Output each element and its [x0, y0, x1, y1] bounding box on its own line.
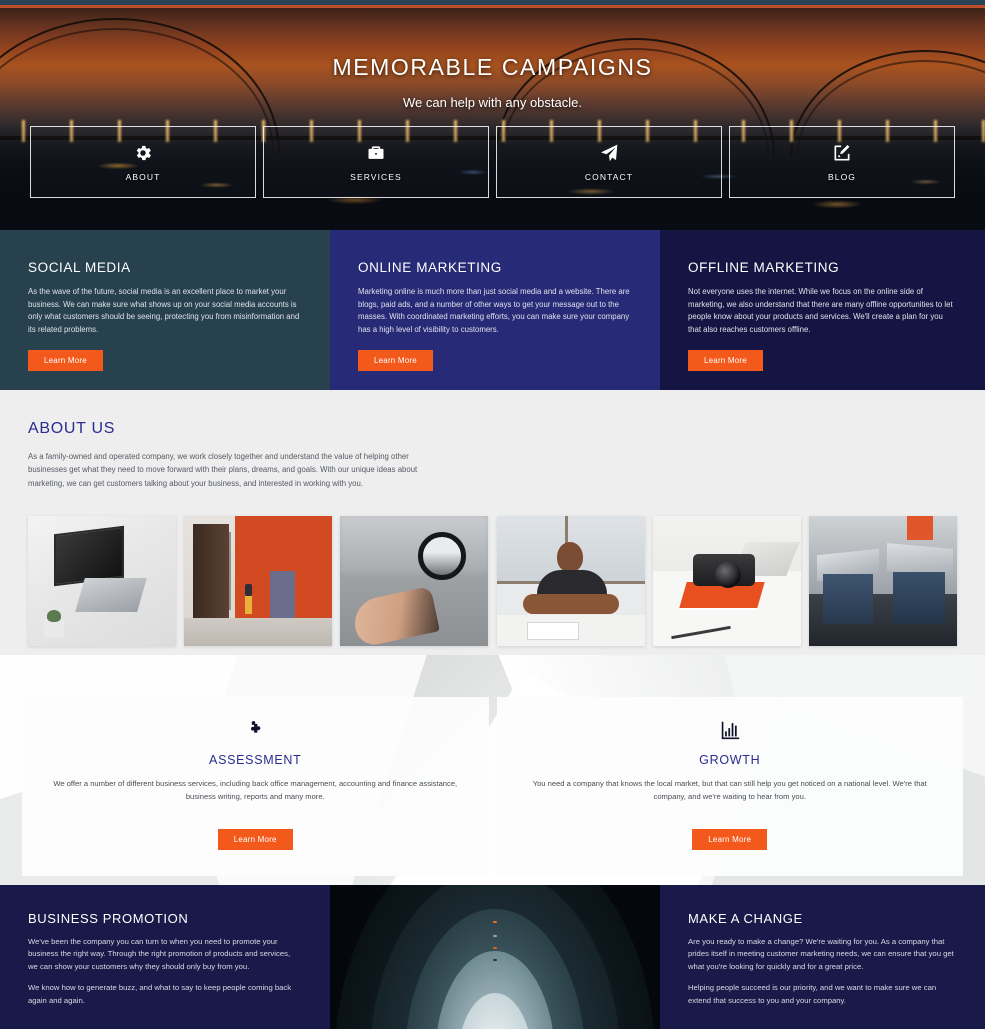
bottom-title-business-promotion: BUSINESS PROMOTION: [28, 911, 189, 926]
hero-navigation: ABOUT SERVICES CONTACT BLOG: [0, 126, 985, 198]
nav-label-blog: BLOG: [827, 171, 857, 182]
hero-content: MEMORABLE CAMPAIGNS We can help with any…: [0, 8, 985, 110]
feature-column-online-marketing: ONLINE MARKETING Marketing online is muc…: [330, 230, 660, 390]
column-body-online-marketing: Marketing online is much more than just …: [358, 287, 630, 334]
service-cards: ASSESSMENT We offer a number of differen…: [0, 655, 985, 877]
nav-label-contact: CONTACT: [584, 171, 634, 182]
bottom-title-make-a-change: MAKE A CHANGE: [688, 911, 803, 926]
hero-banner: MEMORABLE CAMPAIGNS We can help with any…: [0, 8, 985, 230]
pencil-square-icon: [832, 143, 852, 163]
about-us-heading: ABOUT US: [28, 420, 116, 437]
bottom-tunnel-image: [330, 885, 660, 1029]
gallery-image-magnifying-glass[interactable]: [340, 516, 489, 647]
column-body-social-media: As the wave of the future, social media …: [28, 287, 300, 334]
gallery-image-street-orange-building[interactable]: [184, 516, 333, 647]
gallery-image-desk-monitor-laptop[interactable]: [28, 516, 176, 647]
paper-plane-icon: [599, 143, 619, 163]
nav-card-contact[interactable]: CONTACT: [496, 126, 722, 198]
column-title-online-marketing: ONLINE MARKETING: [358, 260, 502, 275]
page-title: MEMORABLE CAMPAIGNS: [332, 54, 653, 80]
service-body-assessment: We offer a number of different business …: [53, 779, 458, 801]
service-title-growth: GROWTH: [699, 753, 761, 767]
bottom-column-make-a-change: MAKE A CHANGE Are you ready to make a ch…: [660, 885, 985, 1029]
learn-more-button-social-media[interactable]: Learn More: [28, 349, 103, 371]
gear-icon: [133, 143, 153, 163]
gallery-image-smiling-woman-at-desk[interactable]: [496, 516, 645, 647]
about-us-body: As a family-owned and operated company, …: [28, 452, 418, 488]
about-us-gallery: [28, 516, 957, 647]
bottom-body-make-a-change-1: Are you ready to make a change? We're wa…: [688, 937, 954, 971]
bottom-body-business-promotion-2: We know how to generate buzz, and what t…: [28, 983, 292, 1005]
nav-card-services[interactable]: SERVICES: [263, 126, 489, 198]
gallery-image-camera-on-notebook[interactable]: [652, 516, 801, 647]
bar-chart-icon: [519, 719, 942, 741]
learn-more-button-online-marketing[interactable]: Learn More: [358, 349, 433, 371]
feature-column-offline-marketing: OFFLINE MARKETING Not everyone uses the …: [660, 230, 985, 390]
service-title-assessment: ASSESSMENT: [209, 753, 302, 767]
column-title-offline-marketing: OFFLINE MARKETING: [688, 260, 840, 275]
bottom-column-business-promotion: BUSINESS PROMOTION We've been the compan…: [0, 885, 330, 1029]
service-card-growth: GROWTH You need a company that knows the…: [496, 697, 963, 877]
column-title-social-media: SOCIAL MEDIA: [28, 260, 131, 275]
feature-columns: SOCIAL MEDIA As the wave of the future, …: [0, 230, 985, 390]
service-body-growth: You need a company that knows the local …: [532, 779, 927, 801]
puzzle-piece-icon: [44, 719, 467, 741]
bottom-body-make-a-change-2: Helping people succeed is our priority, …: [688, 983, 937, 1005]
learn-more-button-growth[interactable]: Learn More: [692, 829, 768, 851]
services-section: ASSESSMENT We offer a number of differen…: [0, 655, 985, 885]
gallery-image-people-with-laptops[interactable]: [808, 516, 957, 647]
column-body-offline-marketing: Not everyone uses the internet. While we…: [688, 287, 953, 334]
about-us-section: ABOUT US As a family-owned and operated …: [0, 390, 985, 655]
bottom-body-business-promotion-1: We've been the company you can turn to w…: [28, 937, 291, 971]
learn-more-button-offline-marketing[interactable]: Learn More: [688, 349, 763, 371]
briefcase-icon: [366, 143, 386, 163]
hero-subtitle: We can help with any obstacle.: [403, 95, 582, 110]
bottom-section: BUSINESS PROMOTION We've been the compan…: [0, 885, 985, 1029]
feature-column-social-media: SOCIAL MEDIA As the wave of the future, …: [0, 230, 330, 390]
nav-label-about: ABOUT: [125, 171, 161, 182]
service-card-assessment: ASSESSMENT We offer a number of differen…: [22, 697, 489, 877]
nav-card-about[interactable]: ABOUT: [30, 126, 256, 198]
nav-card-blog[interactable]: BLOG: [729, 126, 955, 198]
learn-more-button-assessment[interactable]: Learn More: [217, 829, 293, 851]
nav-label-services: SERVICES: [350, 171, 402, 182]
